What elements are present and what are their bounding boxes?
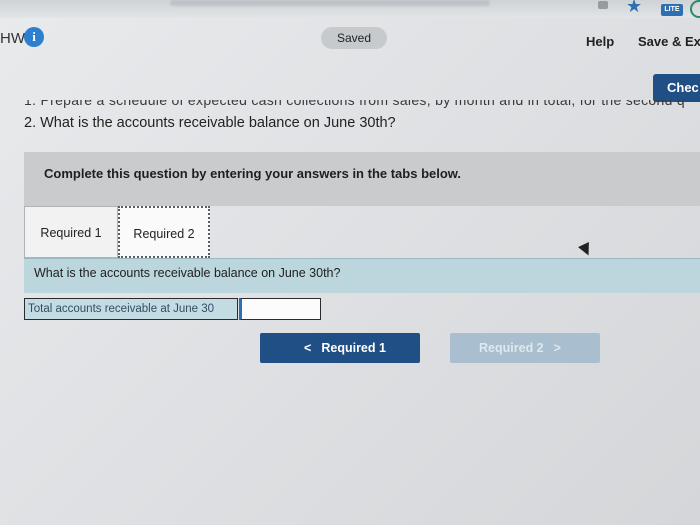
- info-icon[interactable]: i: [24, 27, 44, 47]
- save-exit-link[interactable]: Save & Exi: [638, 34, 700, 49]
- previous-required-1-button[interactable]: < Required 1: [260, 333, 420, 363]
- extension-icon[interactable]: [598, 1, 608, 9]
- lite-badge[interactable]: LITE: [661, 4, 683, 16]
- tab-required-2[interactable]: Required 2: [118, 206, 210, 258]
- check-button[interactable]: Chec: [653, 74, 700, 102]
- star-icon[interactable]: ★: [626, 0, 642, 17]
- next-required-2-button[interactable]: Required 2 >: [450, 333, 600, 363]
- blurred-browser-text: [170, 0, 490, 6]
- next-button-label: Required 2: [479, 341, 544, 355]
- instruction-text: Complete this question by entering your …: [44, 166, 462, 181]
- accounts-receivable-input[interactable]: [239, 298, 321, 320]
- question-prompt: What is the accounts receivable balance …: [34, 266, 341, 280]
- answer-label: Total accounts receivable at June 30: [24, 298, 238, 320]
- saved-status: Saved: [321, 27, 387, 49]
- chevron-left-icon: <: [304, 341, 312, 355]
- answer-tabs: Required 1 Required 2: [24, 206, 700, 258]
- chevron-right-icon: >: [553, 341, 561, 355]
- question-2-text: 2. What is the accounts receivable balan…: [24, 115, 396, 131]
- tab-required-1[interactable]: Required 1: [24, 206, 118, 258]
- question-1-text: 1. Prepare a schedule of expected cash c…: [24, 100, 700, 108]
- help-link[interactable]: Help: [586, 34, 614, 49]
- previous-button-label: Required 1: [321, 341, 386, 355]
- question-1-clipped: 1. Prepare a schedule of expected cash c…: [24, 100, 685, 108]
- assignment-label: HW: [0, 30, 25, 47]
